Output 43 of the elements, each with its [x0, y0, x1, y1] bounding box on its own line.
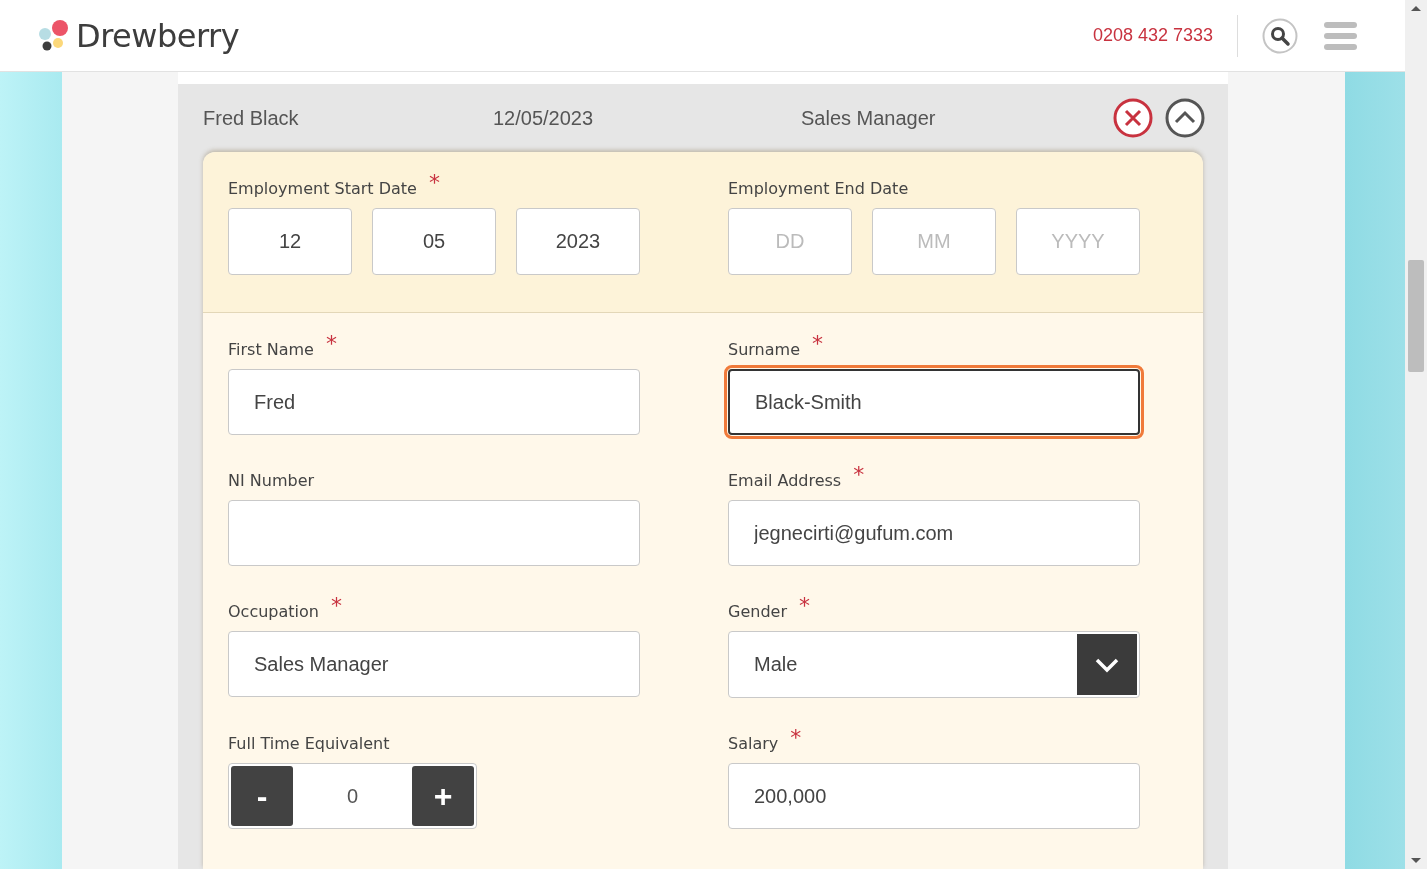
text-input[interactable] [228, 500, 640, 566]
text-input[interactable]: Fred [228, 369, 640, 435]
increment-button[interactable]: + [412, 766, 474, 826]
stepper-value[interactable]: 0 [293, 784, 412, 808]
field-label: Occupation [228, 602, 319, 621]
date-input[interactable]: 05 [372, 208, 496, 275]
required-asterisk: * [428, 170, 440, 195]
close-icon[interactable] [1113, 98, 1153, 138]
required-asterisk: * [330, 593, 342, 618]
field-label: Email Address [728, 471, 842, 490]
required-asterisk: * [811, 331, 823, 356]
required-asterisk: * [325, 331, 337, 356]
field-label: NI Number [228, 471, 315, 490]
summary-occupation: Sales Manager [801, 106, 936, 130]
date-input[interactable]: MM [872, 208, 996, 275]
required-asterisk: * [790, 725, 802, 750]
field-label: First Name [228, 340, 314, 359]
brand-name[interactable]: Drewberry [76, 16, 240, 55]
phone-link[interactable]: 0208 432 7333 [1092, 14, 1238, 57]
field-label: Surname [728, 340, 800, 359]
search-icon[interactable] [1262, 17, 1298, 54]
summary-name: Fred Black [203, 106, 300, 130]
text-input[interactable]: jegnecirti@gufum.com [728, 500, 1140, 566]
logo-icon [38, 19, 70, 52]
gender-dropdown[interactable]: Male [728, 631, 1140, 698]
required-asterisk: * [853, 462, 865, 487]
summary-date: 12/05/2023 [493, 106, 595, 130]
chevron-down-icon[interactable] [1077, 634, 1137, 695]
field-label: Gender [728, 602, 787, 621]
field-label: Salary [728, 734, 779, 753]
decrement-button[interactable]: - [231, 766, 293, 826]
scrollbar[interactable] [1405, 0, 1427, 869]
field-label: Employment End Date [728, 179, 909, 198]
date-input[interactable]: YYYY [1016, 208, 1140, 275]
date-input[interactable]: DD [728, 208, 852, 275]
text-input[interactable]: 200,000 [728, 763, 1140, 829]
date-input[interactable]: 2023 [516, 208, 640, 275]
text-input[interactable]: Sales Manager [228, 631, 640, 697]
field-label: Full Time Equivalent [228, 734, 390, 753]
chevron-up-icon[interactable] [1165, 98, 1205, 138]
date-input[interactable]: 12 [228, 208, 352, 275]
field-label: Employment Start Date [228, 179, 417, 198]
required-asterisk: * [798, 593, 810, 618]
